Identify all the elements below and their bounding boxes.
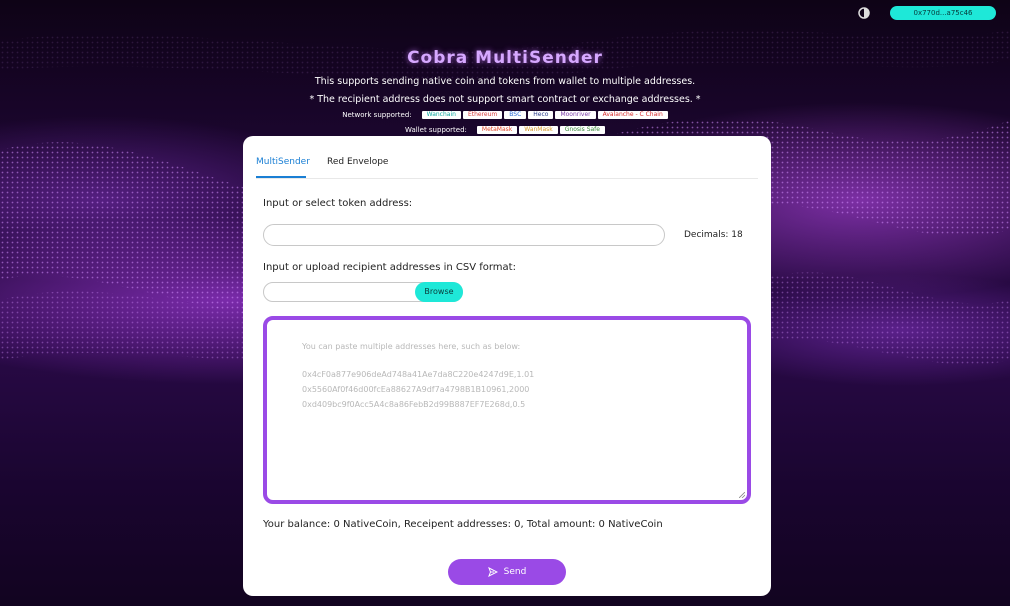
tab-red-envelope[interactable]: Red Envelope: [327, 157, 388, 167]
send-icon: [487, 567, 498, 577]
network-supported-row: Network supported: Wanchain Ethereum BSC He…: [0, 110, 1010, 119]
placeholder-example: 0xd409bc9f0Acc5A4c8a86FebB2d99B887EF7E26…: [302, 400, 526, 409]
decimals-text: Decimals: 18: [684, 230, 743, 240]
tab-multisender[interactable]: MultiSender: [256, 157, 310, 167]
send-button[interactable]: Send: [448, 559, 566, 585]
network-supported-label: Network supported:: [342, 110, 412, 119]
wallet-tag: Gnosis Safe: [559, 126, 605, 134]
token-address-label: Input or select token address:: [263, 198, 413, 209]
wallet-tag: MetaMask: [476, 126, 518, 134]
tab-bar: MultiSender Red Envelope: [256, 150, 758, 179]
app-subtitle: This supports sending native coin and to…: [314, 76, 696, 87]
browse-button[interactable]: Browse: [415, 282, 463, 302]
send-label: Send: [503, 567, 527, 577]
wallet-supported-label: Wallet supported:: [404, 125, 467, 134]
wallet-address-button[interactable]: 0x770d...a75c46: [890, 6, 996, 20]
theme-toggle-icon[interactable]: [854, 6, 874, 20]
placeholder-example: 0x4cF0a877e906deAd748a41Ae7da8C220e4247d…: [302, 370, 535, 379]
wallet-tag: WanMask: [519, 126, 558, 134]
placeholder-example: 0x5560Af0f46d00fcEa88627A9df7a4798B1B109…: [302, 385, 530, 394]
recipient-notice: * The recipient address does not support…: [309, 94, 701, 105]
network-tag: Heco: [528, 111, 554, 119]
resize-handle-icon[interactable]: [739, 492, 745, 498]
placeholder-intro: You can paste multiple addresses here, s…: [302, 342, 521, 351]
network-tag: Wanchain: [421, 111, 461, 119]
wallet-supported-row: Wallet supported: MetaMask WanMask Gnosis …: [0, 125, 1010, 134]
network-tag: Moonriver: [555, 111, 596, 119]
active-tab-indicator: [256, 176, 306, 178]
multisender-card: MultiSender Red Envelope Input or select…: [243, 136, 771, 596]
network-tag: Ethereum: [462, 111, 503, 119]
csv-label: Input or upload recipient addresses in C…: [263, 262, 516, 273]
network-tag: BSC: [504, 111, 527, 119]
recipient-addresses-textarea[interactable]: You can paste multiple addresses here, s…: [263, 316, 751, 504]
balance-summary: Your balance: 0 NativeCoin, Receipent ad…: [263, 519, 663, 530]
app-title: Cobra MultiSender: [407, 48, 603, 68]
network-tag: Avalanche - C Chain: [597, 111, 668, 119]
token-address-input[interactable]: [263, 224, 665, 246]
